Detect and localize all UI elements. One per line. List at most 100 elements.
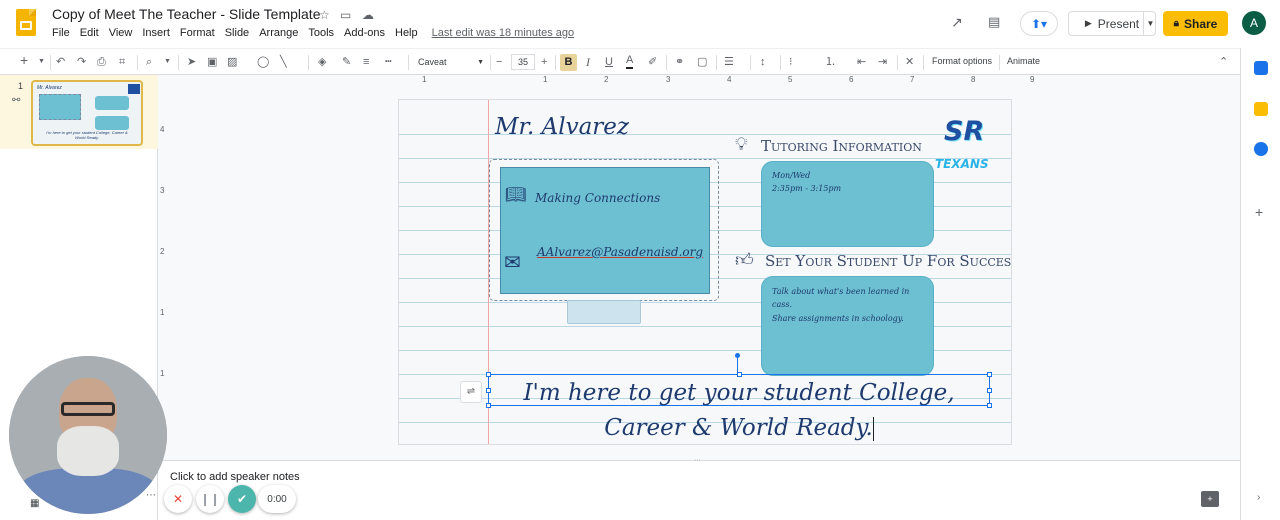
ruler-tick: 7 (910, 75, 915, 84)
cloud-status-icon[interactable]: ☁ (362, 8, 374, 22)
teacher-name-title[interactable]: Mr. Alvarez (495, 114, 629, 140)
slide[interactable]: Mr. Alvarez 📖︎ Making Connections ✉ AAlv… (398, 99, 1012, 445)
ruler-tick: 9 (1030, 75, 1035, 84)
top-ruler: 1 1 2 3 4 5 6 7 8 9 (398, 75, 1034, 85)
expand-panel-icon[interactable]: › (1257, 492, 1260, 503)
texans-logo[interactable]: SR TEXANS (934, 112, 1010, 174)
success-title[interactable]: Set Your Student Up For Success (765, 252, 1011, 270)
meet-present-button[interactable]: ⬆▾ (1020, 11, 1058, 36)
collapse-toolbar-icon[interactable]: ⌃ (1219, 54, 1228, 70)
font-size-input[interactable]: 35 (511, 54, 535, 70)
new-slide-dropdown-icon[interactable]: ▼ (38, 54, 45, 70)
slides-logo-icon[interactable] (16, 9, 36, 36)
slide-thumbnail-row[interactable]: 1 ⚯ Mr. Alvarez I'm here to get your stu… (0, 75, 158, 149)
zoom-icon[interactable]: ⌕ (146, 54, 152, 70)
underline-button[interactable]: U (605, 54, 613, 70)
success-info-box[interactable]: Talk about what's been learned in cass. … (761, 276, 934, 376)
tutoring-days: Mon/Wed (772, 171, 811, 180)
email-text[interactable]: AAlvarez@Pasadenaisd.org (537, 245, 703, 259)
text-wrap-toggle-button[interactable]: ⇌ (460, 381, 482, 403)
animate-button[interactable]: Animate (1007, 56, 1040, 66)
font-size-decrease-icon[interactable]: − (496, 54, 502, 70)
share-button[interactable]: 🔒︎ Share (1163, 11, 1228, 36)
tutoring-info-title[interactable]: Tutoring Information (761, 137, 922, 155)
present-dropdown-button[interactable]: ▼ (1143, 11, 1157, 36)
thumb-title: Mr. Alvarez (37, 85, 62, 91)
font-family-select[interactable]: Caveat ▼ (418, 54, 484, 70)
tutoring-info-box[interactable]: Mon/Wed 2:35pm - 3:15pm (761, 161, 934, 247)
decrease-indent-icon[interactable]: ⇤ (857, 54, 866, 70)
increase-indent-icon[interactable]: ⇥ (878, 54, 887, 70)
undo-icon[interactable]: ↶ (56, 54, 65, 70)
add-ons-plus-icon[interactable]: + (1255, 204, 1263, 220)
menu-tools[interactable]: Tools (308, 27, 334, 43)
menu-file[interactable]: File (52, 27, 70, 43)
zoom-dropdown-icon[interactable]: ▼ (164, 54, 171, 70)
text-color-button[interactable]: A (626, 54, 634, 69)
menu-addons[interactable]: Add-ons (344, 27, 385, 43)
calendar-icon[interactable] (1254, 61, 1268, 75)
menu-edit[interactable]: Edit (80, 27, 99, 43)
webcam-video-bubble[interactable] (9, 356, 167, 514)
line-spacing-icon[interactable]: ↕ (760, 54, 766, 70)
computer-monitor-graphic[interactable]: 📖︎ Making Connections ✉ AAlvarez@Pasaden… (489, 159, 719, 301)
redo-icon[interactable]: ↷ (77, 54, 86, 70)
activity-trend-icon[interactable]: ↗ (951, 14, 963, 31)
select-cursor-icon[interactable]: ➤ (187, 54, 196, 70)
resize-handle-icon[interactable]: ⋯ (694, 456, 701, 464)
border-color-icon[interactable]: ✎ (342, 54, 351, 70)
menu-help[interactable]: Help (395, 27, 418, 43)
link-icon[interactable]: ⚭ (675, 54, 684, 70)
align-icon[interactable]: ☰ (724, 54, 734, 70)
tasks-icon[interactable] (1254, 142, 1268, 156)
border-dash-icon[interactable]: ┅ (385, 54, 392, 70)
comment-icon[interactable]: ▤ (988, 14, 1000, 30)
more-options-icon[interactable]: ⋯ (146, 490, 156, 501)
grid-view-icon[interactable]: ▦ (30, 498, 39, 509)
add-comment-icon[interactable]: ▢ (697, 54, 707, 70)
format-options-button[interactable]: Format options (932, 56, 992, 66)
bold-button[interactable]: B (560, 54, 577, 71)
menu-format[interactable]: Format (180, 27, 215, 43)
clear-formatting-icon[interactable]: ✕ (905, 54, 914, 70)
italic-button[interactable]: I (586, 54, 590, 70)
finish-recording-button[interactable]: ✔ (228, 485, 256, 513)
making-connections-text[interactable]: Making Connections (535, 191, 660, 205)
menu-slide[interactable]: Slide (225, 27, 249, 43)
ruler-tick: 8 (971, 75, 976, 84)
pause-recording-button[interactable]: ❙❙ (196, 485, 224, 513)
font-dropdown-icon: ▼ (477, 58, 484, 66)
new-slide-plus-icon[interactable]: + (20, 52, 28, 68)
move-folder-icon[interactable]: ▭ (340, 8, 351, 22)
monitor-stand (567, 300, 641, 324)
star-icon[interactable]: ☆ (319, 8, 330, 22)
menu-view[interactable]: View (109, 27, 133, 43)
rotate-handle[interactable] (735, 353, 740, 358)
slide-thumbnail[interactable]: Mr. Alvarez I'm here to get your student… (31, 80, 143, 146)
speaker-notes-pane[interactable]: ⋯ Click to add speaker notes + (158, 457, 1240, 520)
account-avatar[interactable]: A (1242, 11, 1266, 35)
slide-number: 1 (18, 81, 24, 91)
paint-format-icon[interactable]: ⌗ (119, 54, 125, 70)
numbered-list-icon[interactable]: ⒈ (825, 54, 836, 70)
menu-insert[interactable]: Insert (142, 27, 170, 43)
bulleted-list-icon[interactable]: ⁝ (789, 54, 793, 70)
highlight-pen-icon[interactable]: ✐ (648, 54, 657, 70)
keep-icon[interactable] (1254, 102, 1268, 116)
text-box-icon[interactable]: ▣ (207, 54, 217, 70)
menu-arrange[interactable]: Arrange (259, 27, 298, 43)
speaker-notes-placeholder[interactable]: Click to add speaker notes (170, 471, 300, 483)
last-edit-link[interactable]: Last edit was 18 minutes ago (432, 27, 574, 43)
document-title[interactable]: Copy of Meet The Teacher - Slide Templat… (52, 6, 320, 22)
line-icon[interactable]: ╲ (280, 54, 287, 70)
fill-color-icon[interactable]: ◈ (318, 54, 326, 70)
motto-text[interactable]: I'm here to get your student College, Ca… (488, 376, 990, 444)
ruler-tick: 2 (160, 247, 165, 256)
image-icon[interactable]: ▨ (227, 54, 237, 70)
border-weight-icon[interactable]: ≡ (363, 54, 369, 70)
cancel-recording-button[interactable]: ✕ (164, 485, 192, 513)
q-and-a-icon[interactable]: + (1201, 491, 1219, 507)
font-size-increase-icon[interactable]: + (541, 54, 547, 70)
print-icon[interactable]: ⎙ (97, 54, 106, 70)
shape-icon[interactable]: ◯ (257, 54, 269, 70)
